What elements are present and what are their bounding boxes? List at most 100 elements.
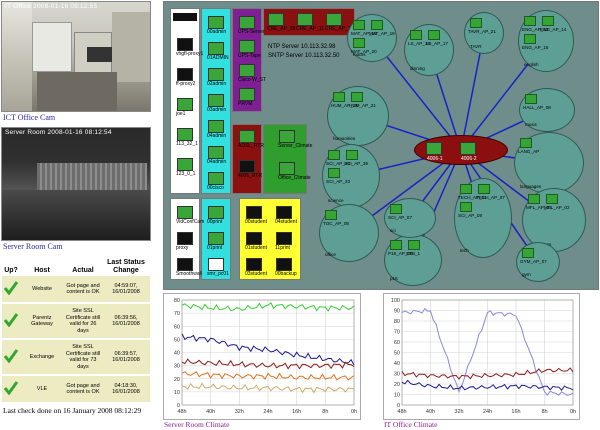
x-tick-label: 8h xyxy=(541,409,547,415)
access-point-icon[interactable] xyxy=(325,210,337,220)
it-office-chart-caption[interactable]: IT Office Climate xyxy=(384,420,437,429)
host-last-change: 06:39:56, 16/01/2008 xyxy=(112,314,140,328)
access-point-icon[interactable] xyxy=(408,240,420,250)
access-point-icon[interactable] xyxy=(524,16,536,26)
host-name[interactable]: VLE xyxy=(20,376,64,402)
cluster-label: tech xyxy=(460,248,469,253)
col-actual: Actual xyxy=(72,267,94,274)
x-tick-label: 0h xyxy=(351,409,357,415)
access-point-icon[interactable] xyxy=(460,202,472,212)
server-room-climate-chart[interactable]: 80 70 60 50 40 30 20 10 0 48h 40h 32h 24h 16h 8h 0h xyxy=(163,293,361,420)
access-point-icon[interactable] xyxy=(470,18,482,28)
server-room-chart-plot: 8070605040302010048h 40h 32h 24h 16h 8h 0h xyxy=(174,298,357,415)
access-point-label: STB_1 xyxy=(406,251,421,256)
x-tick-label: 24h xyxy=(263,409,272,415)
x-tick-label: 0h xyxy=(570,409,576,415)
access-point-icon[interactable] xyxy=(353,20,365,30)
cluster-label: p16 xyxy=(390,276,398,281)
host-last-change: 04:18:30, 16/01/2008 xyxy=(112,382,140,396)
access-point-icon[interactable] xyxy=(525,94,537,104)
access-point-icon[interactable] xyxy=(390,204,402,214)
cluster-label: languages xyxy=(520,184,542,189)
host-name[interactable]: Parentz Gateway xyxy=(20,304,64,338)
y-tick-label: 10 xyxy=(174,390,180,396)
access-point-icon[interactable] xyxy=(351,92,363,102)
access-point-icon[interactable] xyxy=(410,30,422,40)
access-point-icon[interactable] xyxy=(528,194,540,204)
x-tick-label: 40h xyxy=(426,409,435,415)
table-row: VLE Got page and content is OK 04:18:30,… xyxy=(2,376,150,402)
access-point-label: SCI_AP_35 xyxy=(344,161,369,166)
y-tick-label: 60 xyxy=(174,324,180,330)
access-point-icon[interactable] xyxy=(333,92,345,102)
access-point-icon[interactable] xyxy=(478,184,490,194)
server-room-cam-image[interactable]: Server Room 2008-01-16 08:12:54 xyxy=(1,127,151,241)
access-point-icon[interactable] xyxy=(546,194,558,204)
access-point-icon[interactable] xyxy=(353,38,365,48)
access-point-icon[interactable] xyxy=(428,30,440,40)
cluster-label: sci xyxy=(390,228,396,233)
host-actual: Site SSL Certificate still valid for 26 … xyxy=(65,308,101,334)
y-tick-label: 40 xyxy=(174,351,180,357)
core-switch-1-label: 4006-1 xyxy=(427,156,443,162)
access-point-icon[interactable] xyxy=(328,168,340,178)
ict-cam-timestamp: IT Office 2008-01-16 08:12:55 xyxy=(5,3,98,10)
core-switch-2-icon[interactable] xyxy=(460,142,476,155)
y-tick-label: 80 xyxy=(394,319,400,325)
access-point-icon[interactable] xyxy=(460,184,472,194)
y-tick-label: 20 xyxy=(394,382,400,388)
check-icon xyxy=(4,312,18,327)
host-actual: Site SSL Certificate still valid for 73 … xyxy=(65,344,101,370)
cluster-label: english xyxy=(524,62,539,67)
access-point-label: TECH_AP_07 xyxy=(476,195,505,200)
cluster-label: dinning xyxy=(410,66,425,71)
ict-office-cam-caption[interactable]: ICT Office Cam xyxy=(3,113,55,122)
table-row: Exchange Site SSL Certificate still vali… xyxy=(2,340,150,374)
host-status-table: Up? Host Actual Last Status Change Websi… xyxy=(2,258,150,402)
y-tick-label: 50 xyxy=(174,337,180,343)
host-name[interactable]: Website xyxy=(20,276,64,302)
host-actual: Got page and content is OK xyxy=(66,282,100,296)
y-tick-label: 50 xyxy=(394,351,400,357)
access-point-icon[interactable] xyxy=(520,138,532,148)
cluster-label: music xyxy=(525,122,537,127)
cluster-label: humanities xyxy=(333,136,356,141)
it-office-climate-chart[interactable]: 100 90 80 70 60 50 40 30 20 10 0 48h 40h 32h 24h 16h 8h 0… xyxy=(383,293,580,420)
core-switch-1-icon[interactable] xyxy=(426,142,442,155)
y-tick-label: 30 xyxy=(394,372,400,378)
network-map: vhgfl-proxy1 ff-proxy2 joe1 113_32_1 123_0_1… xyxy=(163,1,599,290)
server-cam-timestamp: Server Room 2008-01-16 08:12:54 xyxy=(5,129,112,136)
x-tick-label: 32h xyxy=(454,409,463,415)
server-room-cam-caption[interactable]: Server Room Cam xyxy=(3,242,63,251)
y-tick-label: 30 xyxy=(174,364,180,370)
access-point-icon[interactable] xyxy=(524,34,536,44)
access-point-icon[interactable] xyxy=(346,150,358,160)
access-point-icon[interactable] xyxy=(371,20,383,30)
y-tick-label: 90 xyxy=(394,309,400,315)
x-tick-label: 32h xyxy=(235,409,244,415)
access-point-label: GYM_AP_07 xyxy=(520,259,547,264)
y-tick-label: 20 xyxy=(174,377,180,383)
x-tick-label: 8h xyxy=(322,409,328,415)
access-point-icon[interactable] xyxy=(328,150,340,160)
ict-office-cam-image[interactable]: IT Office 2008-01-16 08:12:55 xyxy=(1,1,151,112)
check-icon xyxy=(4,380,18,395)
host-name[interactable]: Exchange xyxy=(20,340,64,374)
access-point-icon[interactable] xyxy=(522,248,534,258)
table-row: Website Got page and content is OK 04:59… xyxy=(2,276,150,302)
last-check-text: Last check done on 16 January 2008 08:12… xyxy=(3,406,142,415)
cluster-label: science xyxy=(328,198,344,203)
access-point-label: LS_AP_17 xyxy=(426,41,448,46)
y-tick-label: 40 xyxy=(394,361,400,367)
y-tick-label: 10 xyxy=(394,393,400,399)
y-tick-label: 100 xyxy=(391,298,400,304)
y-tick-label: 70 xyxy=(174,311,180,317)
access-point-icon[interactable] xyxy=(542,16,554,26)
cluster-label: TAVR xyxy=(470,44,482,49)
access-point-icon[interactable] xyxy=(390,240,402,250)
access-point-label: TAVR_AP_21 xyxy=(468,29,496,34)
y-tick-label: 60 xyxy=(394,340,400,346)
x-tick-label: 24h xyxy=(483,409,492,415)
core-switch-2-label: 4006-2 xyxy=(461,156,477,162)
server-room-chart-caption[interactable]: Server Room Climate xyxy=(164,420,229,429)
